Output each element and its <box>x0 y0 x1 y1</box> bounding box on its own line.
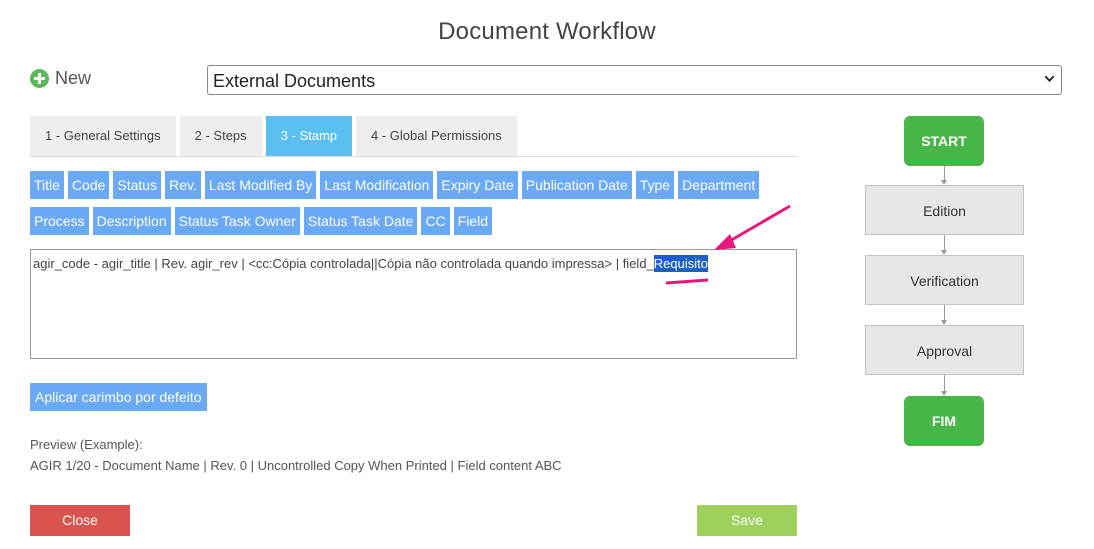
workflow-select[interactable]: External Documents <box>207 65 1062 95</box>
field-button-field[interactable]: Field <box>453 207 493 235</box>
close-button[interactable]: Close <box>30 505 130 536</box>
field-button-status-task-date[interactable]: Status Task Date <box>303 207 418 235</box>
workflow-connector <box>944 166 945 180</box>
preview-text: AGIR 1/20 - Document Name | Rev. 0 | Unc… <box>30 458 562 473</box>
plus-circle-icon <box>30 69 49 88</box>
tab-bar: 1 - General Settings 2 - Steps 3 - Stamp… <box>30 116 797 157</box>
workflow-step-approval[interactable]: Approval <box>865 325 1024 375</box>
field-button-status-task-owner[interactable]: Status Task Owner <box>174 207 300 235</box>
stamp-text: agir_code - agir_title | Rev. agir_rev |… <box>33 256 654 271</box>
field-button-status[interactable]: Status <box>113 171 162 199</box>
field-buttons: Title Code Status Rev. Last Modified By … <box>30 171 797 243</box>
field-button-cc[interactable]: CC <box>421 207 450 235</box>
apply-default-stamp-button[interactable]: Aplicar carimbo por defeito <box>30 383 207 411</box>
workflow-connector <box>944 375 945 391</box>
chevron-down-icon <box>1044 75 1055 83</box>
workflow-step-verification[interactable]: Verification <box>865 255 1024 305</box>
workflow-connector <box>944 305 945 320</box>
workflow-step-edition[interactable]: Edition <box>865 185 1024 235</box>
field-button-process[interactable]: Process <box>30 207 89 235</box>
stamp-selected-text: Requisito <box>653 255 708 272</box>
field-button-expiry-date[interactable]: Expiry Date <box>437 171 518 199</box>
field-button-code[interactable]: Code <box>67 171 110 199</box>
field-button-type[interactable]: Type <box>635 171 675 199</box>
new-button-label: New <box>55 68 92 88</box>
workflow-connector <box>944 235 945 250</box>
page-title: Document Workflow <box>438 18 656 45</box>
workflow-end-node[interactable]: FIM <box>904 396 984 446</box>
field-button-last-modified-by[interactable]: Last Modified By <box>204 171 317 199</box>
field-button-description[interactable]: Description <box>92 207 171 235</box>
tab-global-permissions[interactable]: 4 - Global Permissions <box>356 116 517 156</box>
tab-general-settings[interactable]: 1 - General Settings <box>30 116 176 156</box>
workflow-start-node[interactable]: START <box>904 116 984 166</box>
field-buttons-row-1: Title Code Status Rev. Last Modified By … <box>30 171 797 199</box>
field-button-title[interactable]: Title <box>30 171 64 199</box>
tab-steps[interactable]: 2 - Steps <box>179 116 262 156</box>
workflow-select-value: External Documents <box>213 71 376 91</box>
field-buttons-row-2: Process Description Status Task Owner St… <box>30 207 797 235</box>
field-button-rev[interactable]: Rev. <box>165 171 201 199</box>
preview-label: Preview (Example): <box>30 437 143 452</box>
field-button-last-modification[interactable]: Last Modification <box>320 171 434 199</box>
new-button[interactable]: New <box>30 68 91 89</box>
tab-stamp[interactable]: 3 - Stamp <box>265 116 353 156</box>
stamp-textarea[interactable]: agir_code - agir_title | Rev. agir_rev |… <box>30 249 797 359</box>
field-button-department[interactable]: Department <box>678 171 760 199</box>
field-button-publication-date[interactable]: Publication Date <box>521 171 632 199</box>
save-button[interactable]: Save <box>697 505 797 536</box>
